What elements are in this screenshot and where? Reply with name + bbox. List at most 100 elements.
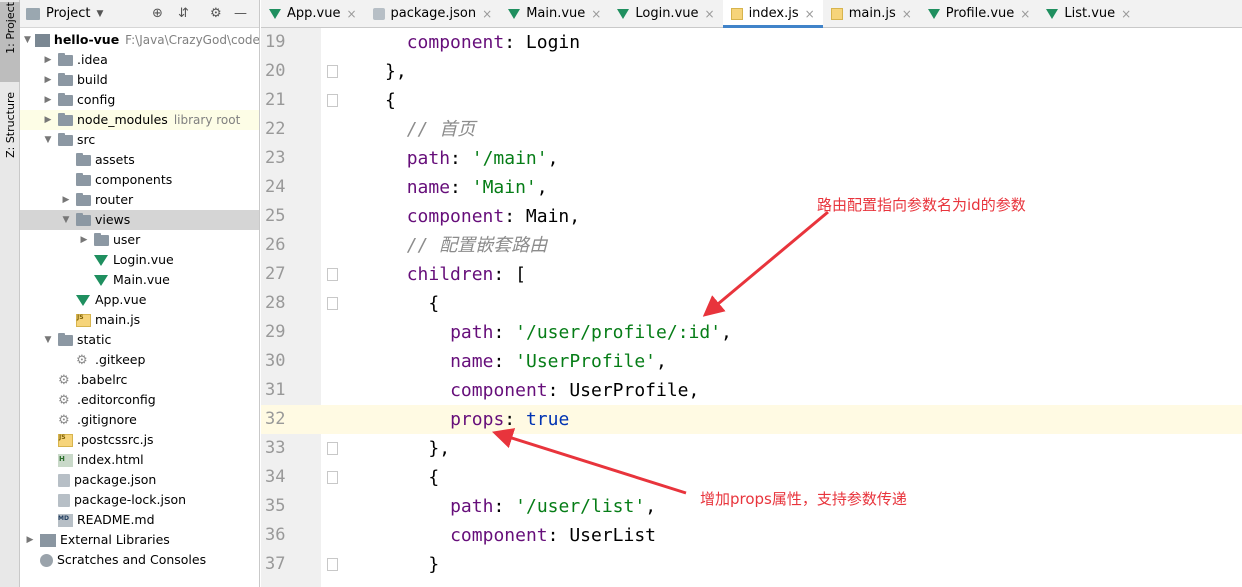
- tree-item-package-json[interactable]: ▶package.json: [20, 470, 259, 490]
- tree-item-editorconfig[interactable]: ▶⚙.editorconfig: [20, 390, 259, 410]
- tree-item-scratches-and-consoles[interactable]: ▶Scratches and Consoles: [20, 550, 259, 570]
- code-line[interactable]: 20},: [261, 57, 1242, 86]
- close-icon[interactable]: ×: [805, 7, 815, 21]
- close-icon[interactable]: ×: [1121, 7, 1131, 21]
- vue-file-icon: [269, 8, 281, 19]
- tree-item-user[interactable]: ▶ user: [20, 230, 259, 250]
- code-line[interactable]: 23 path: '/main',: [261, 144, 1242, 173]
- code-line[interactable]: 37}: [261, 550, 1242, 579]
- fold-marker-icon[interactable]: [327, 442, 338, 455]
- expanded-arrow-icon[interactable]: ▼: [60, 210, 72, 230]
- collapsed-arrow-icon[interactable]: ▶: [42, 90, 54, 110]
- tab-label: index.js: [748, 6, 799, 21]
- code-line[interactable]: 21 {: [261, 86, 1242, 115]
- code-token: ,: [547, 148, 559, 169]
- tree-item-gitignore[interactable]: ▶⚙.gitignore: [20, 410, 259, 430]
- tree-item-postcssrc-js[interactable]: ▶.postcssrc.js: [20, 428, 259, 450]
- fold-marker-icon[interactable]: [327, 558, 338, 571]
- close-icon[interactable]: ×: [902, 7, 912, 21]
- close-icon[interactable]: ×: [482, 7, 492, 21]
- fold-marker-icon[interactable]: [327, 94, 338, 107]
- tree-item-router[interactable]: ▶ router: [20, 190, 259, 210]
- tree-item-app-vue[interactable]: ▶App.vue: [20, 290, 259, 310]
- close-icon[interactable]: ×: [705, 7, 715, 21]
- code-line[interactable]: 24 name: 'Main',: [261, 173, 1242, 202]
- structure-tool-tab[interactable]: Z: Structure: [0, 92, 20, 182]
- code-line[interactable]: 31 component: UserProfile,: [261, 376, 1242, 405]
- tree-item-index-html[interactable]: ▶index.html: [20, 449, 259, 470]
- expanded-arrow-icon[interactable]: ▼: [42, 330, 54, 350]
- code-token: path: [406, 148, 451, 169]
- gear-icon[interactable]: ⚙: [210, 6, 222, 21]
- tree-item-readme-md[interactable]: ▶README.md: [20, 509, 259, 530]
- code-line[interactable]: 28 {: [261, 289, 1242, 318]
- fold-marker-icon[interactable]: [327, 471, 338, 484]
- code-text: component: Login: [407, 28, 580, 57]
- tree-item-gitkeep[interactable]: ▶⚙.gitkeep: [20, 350, 259, 370]
- close-icon[interactable]: ×: [591, 7, 601, 21]
- close-icon[interactable]: ×: [1020, 7, 1030, 21]
- tree-item-assets[interactable]: ▶assets: [20, 150, 259, 170]
- code-line[interactable]: 36 component: UserList: [261, 521, 1242, 550]
- tree-item-main-vue[interactable]: ▶Main.vue: [20, 270, 259, 290]
- fold-marker-icon[interactable]: [327, 297, 338, 310]
- tree-item-components[interactable]: ▶components: [20, 170, 259, 190]
- collapsed-arrow-icon[interactable]: ▶: [42, 70, 54, 90]
- tree-item-idea[interactable]: ▶ .idea: [20, 50, 259, 70]
- code-line[interactable]: 33},: [261, 434, 1242, 463]
- tab-main-vue[interactable]: Main.vue ×: [500, 0, 609, 27]
- collapsed-arrow-icon[interactable]: ▶: [42, 110, 54, 130]
- tab-login-vue[interactable]: Login.vue ×: [609, 0, 722, 27]
- chevron-down-icon[interactable]: ▼: [96, 9, 103, 19]
- code-line[interactable]: 29 path: '/user/profile/:id',: [261, 318, 1242, 347]
- tab-package-json[interactable]: package.json ×: [365, 0, 501, 27]
- tree-item-main-js[interactable]: ▶main.js: [20, 308, 259, 330]
- tree-item-views[interactable]: ▼ views: [20, 210, 259, 230]
- hide-panel-icon[interactable]: —: [234, 6, 247, 21]
- collapsed-arrow-icon[interactable]: ▶: [60, 190, 72, 210]
- tree-item-babelrc[interactable]: ▶⚙.babelrc: [20, 370, 259, 390]
- vue-file-icon: [927, 8, 940, 19]
- tab-profile-vue[interactable]: Profile.vue ×: [920, 0, 1039, 27]
- tree-item-config[interactable]: ▶ config: [20, 90, 259, 110]
- vue-file-icon: [508, 8, 521, 19]
- code-text: children: [: [407, 260, 526, 289]
- project-panel-title[interactable]: Project: [46, 6, 90, 21]
- tab-list-vue[interactable]: List.vue ×: [1038, 0, 1139, 27]
- code-line[interactable]: 22 // 首页: [261, 115, 1242, 144]
- tree-item-login-vue[interactable]: ▶Login.vue: [20, 250, 259, 270]
- code-line[interactable]: 27 children: [: [261, 260, 1242, 289]
- tree-item-label: .gitignore: [77, 412, 137, 427]
- close-icon[interactable]: ×: [346, 7, 356, 21]
- code-line[interactable]: 25 component: Main,: [261, 202, 1242, 231]
- js-file-icon: [830, 7, 843, 20]
- code-line[interactable]: 32 props: true: [261, 405, 1242, 434]
- tab-app-vue[interactable]: App.vue ×: [261, 0, 365, 27]
- collapsed-arrow-icon[interactable]: ▶: [42, 50, 54, 70]
- folder-icon: [58, 332, 73, 346]
- tab-index-js[interactable]: index.js ×: [722, 0, 823, 28]
- tree-item-node-modules[interactable]: ▶ node_modules library root: [20, 110, 259, 130]
- project-tool-tab[interactable]: 1: Project: [0, 2, 20, 82]
- tree-item-external-libraries[interactable]: ▶ External Libraries: [20, 530, 259, 550]
- locate-icon[interactable]: ⊕: [152, 6, 163, 21]
- code-token: '/user/profile/:id': [515, 322, 722, 343]
- tree-item-build[interactable]: ▶ build: [20, 70, 259, 90]
- collapsed-arrow-icon[interactable]: ▶: [78, 230, 90, 250]
- tree-item-static[interactable]: ▼ static: [20, 330, 259, 350]
- tree-item-hello-vue[interactable]: ▼ hello-vue F:\Java\CrazyGod\code\: [20, 30, 259, 50]
- folder-icon: [76, 152, 91, 166]
- tab-main-js[interactable]: main.js ×: [823, 0, 920, 27]
- collapse-all-icon[interactable]: ⇵: [178, 6, 189, 21]
- fold-marker-icon[interactable]: [327, 65, 338, 78]
- tree-item-package-lock-json[interactable]: ▶package-lock.json: [20, 490, 259, 510]
- expanded-arrow-icon[interactable]: ▼: [42, 130, 54, 150]
- code-line[interactable]: 19 component: Login: [261, 28, 1242, 57]
- code-line[interactable]: 30 name: 'UserProfile',: [261, 347, 1242, 376]
- fold-marker-icon[interactable]: [327, 268, 338, 281]
- collapsed-arrow-icon[interactable]: ▶: [24, 530, 36, 550]
- code-line[interactable]: 26 // 配置嵌套路由: [261, 231, 1242, 260]
- expanded-arrow-icon[interactable]: ▼: [24, 30, 31, 50]
- js-file-icon: [730, 7, 743, 20]
- tree-item-src[interactable]: ▼ src: [20, 130, 259, 150]
